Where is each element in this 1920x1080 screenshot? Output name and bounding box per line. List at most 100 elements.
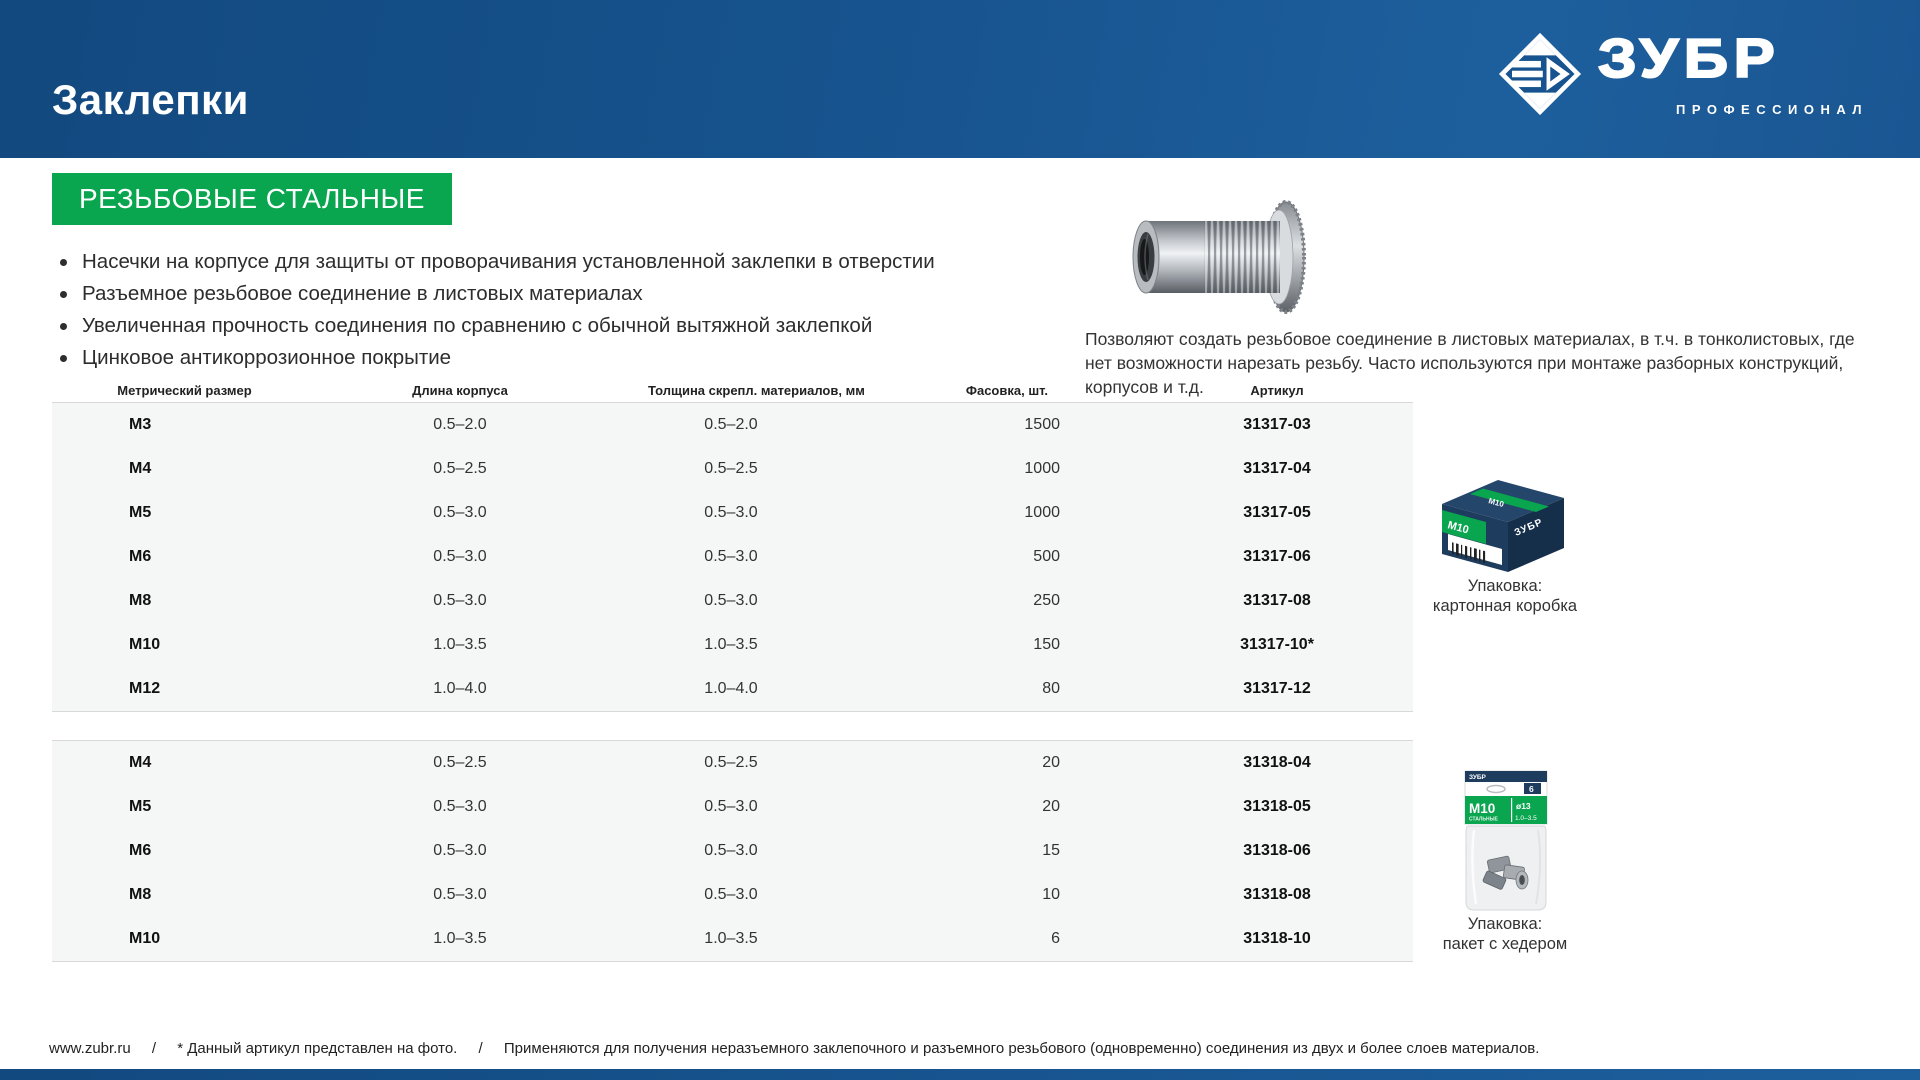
footer-separator: /	[152, 1040, 156, 1057]
cell-length: 1.0–4.0	[272, 680, 648, 698]
cell-size: M10	[52, 930, 272, 948]
cell-length: 0.5–2.5	[272, 754, 648, 772]
brand-name: ЗУБР	[1598, 26, 1780, 90]
cell-thickness: 0.5–3.0	[648, 842, 814, 860]
svg-text:M10: M10	[1469, 801, 1495, 816]
cell-pack: 500	[814, 548, 1060, 566]
zubr-diamond-icon	[1498, 32, 1582, 116]
bag-package-image: ЗУБР 6 M10 СТАЛЬНЫЕ ø13 1.0–3.5	[1460, 770, 1552, 912]
col-header-length: Длина корпуса	[272, 383, 648, 398]
page-header: Заклепки ЗУБР ПРОФЕССИОНАЛ	[0, 0, 1920, 158]
cell-size: M6	[52, 842, 272, 860]
table-row: M101.0–3.51.0–3.515031317-10*	[52, 623, 1413, 667]
feature-item: Разъемное резьбовое соединение в листовы…	[58, 278, 1058, 310]
cell-pack: 150	[814, 636, 1060, 654]
cell-size: M4	[52, 754, 272, 772]
cell-sku: 31317-05	[1141, 504, 1413, 522]
cell-length: 1.0–3.5	[272, 930, 648, 948]
table-row: M80.5–3.00.5–3.01031318-08	[52, 873, 1413, 917]
cell-length: 1.0–3.5	[272, 636, 648, 654]
cell-pack: 1500	[814, 416, 1060, 434]
table-row: M40.5–2.50.5–2.52031318-04	[52, 741, 1413, 785]
cell-sku: 31317-03	[1141, 416, 1413, 434]
cell-thickness: 1.0–3.5	[648, 930, 814, 948]
cell-thickness: 0.5–2.5	[648, 460, 814, 478]
table-section-bag: M40.5–2.50.5–2.52031318-04M50.5–3.00.5–3…	[52, 740, 1413, 962]
footer-separator: /	[479, 1040, 483, 1057]
box-package-caption: Упаковка: картонная коробка	[1385, 576, 1625, 616]
cell-pack: 10	[814, 886, 1060, 904]
cell-sku: 31318-04	[1141, 754, 1413, 772]
box-package-image: M10 ЗУБР M10 ЗУБР	[1436, 470, 1570, 576]
feature-item: Увеличенная прочность соединения по срав…	[58, 310, 1058, 342]
svg-text:6: 6	[1529, 784, 1534, 794]
cell-pack: 80	[814, 680, 1060, 698]
cell-sku: 31317-10*	[1141, 636, 1413, 654]
cell-length: 0.5–3.0	[272, 548, 648, 566]
col-header-thickness: Толщина скрепл. материалов, мм	[648, 383, 814, 398]
cell-thickness: 0.5–3.0	[648, 504, 814, 522]
table-row: M50.5–3.00.5–3.02031318-05	[52, 785, 1413, 829]
table-row: M101.0–3.51.0–3.5631318-10	[52, 917, 1413, 961]
cell-sku: 31318-08	[1141, 886, 1413, 904]
cell-size: M5	[52, 798, 272, 816]
cell-length: 0.5–3.0	[272, 798, 648, 816]
cell-pack: 1000	[814, 504, 1060, 522]
brand-logo: ЗУБР ПРОФЕССИОНАЛ	[1498, 30, 1868, 130]
table-row: M121.0–4.01.0–4.08031317-12	[52, 667, 1413, 711]
cell-pack: 20	[814, 754, 1060, 772]
svg-text:1.0–3.5: 1.0–3.5	[1515, 815, 1537, 822]
cell-size: M3	[52, 416, 272, 434]
col-header-sku: Артикул	[1141, 383, 1413, 398]
cell-thickness: 0.5–3.0	[648, 548, 814, 566]
table-row: M60.5–3.00.5–3.050031317-06	[52, 535, 1413, 579]
cell-size: M8	[52, 592, 272, 610]
rivet-nut-photo	[1118, 198, 1318, 316]
cell-size: M5	[52, 504, 272, 522]
svg-text:ЗУБР: ЗУБР	[1469, 774, 1487, 781]
cell-thickness: 0.5–3.0	[648, 798, 814, 816]
table-section-box: M30.5–2.00.5–2.0150031317-03M40.5–2.50.5…	[52, 402, 1413, 712]
cell-thickness: 1.0–4.0	[648, 680, 814, 698]
cell-size: M10	[52, 636, 272, 654]
cell-length: 0.5–2.5	[272, 460, 648, 478]
cell-length: 0.5–3.0	[272, 592, 648, 610]
cell-sku: 31317-08	[1141, 592, 1413, 610]
feature-item: Насечки на корпусе для защиты от провора…	[58, 246, 1058, 278]
cell-pack: 1000	[814, 460, 1060, 478]
cell-pack: 20	[814, 798, 1060, 816]
cell-thickness: 0.5–2.5	[648, 754, 814, 772]
brand-subtitle: ПРОФЕССИОНАЛ	[1676, 102, 1868, 117]
cell-sku: 31318-05	[1141, 798, 1413, 816]
table-header-row: Метрический размер Длина корпуса Толщина…	[52, 378, 1413, 402]
cell-sku: 31317-12	[1141, 680, 1413, 698]
table-row: M40.5–2.50.5–2.5100031317-04	[52, 447, 1413, 491]
cell-thickness: 0.5–3.0	[648, 592, 814, 610]
category-badge: РЕЗЬБОВЫЕ СТАЛЬНЫЕ	[52, 173, 452, 225]
cell-length: 0.5–3.0	[272, 842, 648, 860]
cell-sku: 31317-04	[1141, 460, 1413, 478]
cell-size: M4	[52, 460, 272, 478]
cell-size: M12	[52, 680, 272, 698]
cell-sku: 31318-10	[1141, 930, 1413, 948]
footnote-photo: * Данный артикул представлен на фото.	[177, 1040, 457, 1057]
cell-sku: 31318-06	[1141, 842, 1413, 860]
col-header-pack: Фасовка, шт.	[814, 383, 1060, 398]
col-header-size: Метрический размер	[52, 383, 272, 398]
bottom-accent-bar	[0, 1069, 1920, 1080]
page-title: Заклепки	[52, 76, 249, 124]
cell-sku: 31317-06	[1141, 548, 1413, 566]
feature-item: Цинковое антикоррозионное покрытие	[58, 342, 1058, 374]
cell-size: M6	[52, 548, 272, 566]
svg-text:СТАЛЬНЫЕ: СТАЛЬНЫЕ	[1469, 817, 1499, 823]
table-row: M60.5–3.00.5–3.01531318-06	[52, 829, 1413, 873]
svg-text:ø13: ø13	[1516, 801, 1531, 811]
site-link[interactable]: www.zubr.ru	[49, 1040, 131, 1057]
feature-list: Насечки на корпусе для защиты от провора…	[58, 246, 1058, 374]
footnote-usage: Применяются для получения неразъемного з…	[504, 1040, 1540, 1057]
bag-package-caption: Упаковка: пакет с хедером	[1385, 914, 1625, 954]
cell-pack: 15	[814, 842, 1060, 860]
page-footer: www.zubr.ru / * Данный артикул представл…	[49, 1040, 1879, 1057]
table-row: M80.5–3.00.5–3.025031317-08	[52, 579, 1413, 623]
table-row: M50.5–3.00.5–3.0100031317-05	[52, 491, 1413, 535]
